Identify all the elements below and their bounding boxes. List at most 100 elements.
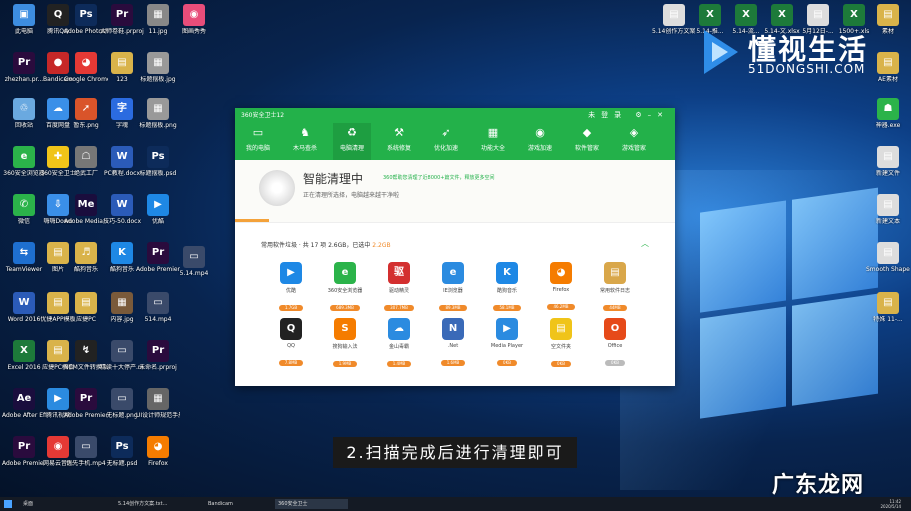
desktop-app-icon: ☖	[75, 146, 97, 168]
software-icon: ▤	[604, 262, 626, 284]
desktop-icon[interactable]: Ps 标题摆板.psd	[136, 146, 180, 177]
main-tabs: ▭ 我的电脑 ♞ 木马查杀 ♻ 电脑清理 ⚒ 系统修复 ➶ 优化加速 ▦ 功能大全 ◉ 游戏加速 ◆ 软件管家…	[235, 123, 675, 160]
size-badge[interactable]: 89.3MB	[439, 305, 467, 311]
desktop-icon[interactable]: ☗ 神器.exe	[866, 98, 910, 129]
tab-8[interactable]: ◈ 游戏管家	[615, 123, 653, 160]
desktop-icon[interactable]: ▤ Smooth Shapes...	[866, 242, 910, 273]
desktop-icon[interactable]: ▭ 5.14.mp4	[172, 246, 216, 277]
size-badge[interactable]: 307.7MB	[384, 305, 414, 311]
cleanup-item[interactable]: O Office 0KB	[593, 318, 637, 368]
section-summary[interactable]: 常用软件垃圾 · 共 17 项 2.6GB，已选中 2.2GB	[261, 240, 391, 249]
scan-title: 智能清理中	[303, 172, 364, 186]
taskbar-item[interactable]: 桌面	[20, 499, 93, 509]
desktop-icon[interactable]: ▤ 新建文本	[866, 194, 910, 225]
desktop-app-icon: Ae	[13, 388, 35, 410]
tab-label: 优化加速	[433, 145, 458, 152]
desktop-icon[interactable]: ▤ 新建文件	[866, 146, 910, 177]
cleanup-item[interactable]: K 酷狗音乐 58.1MB	[485, 262, 529, 313]
cleanup-item[interactable]: ▶ 优酷 1.7GB	[269, 262, 313, 313]
desktop-icon[interactable]: ▦ UI设计师规范手册	[136, 388, 180, 419]
desktop-app-icon: ▭	[111, 340, 133, 362]
tab-label: 电脑清理	[339, 145, 364, 152]
desktop-app-icon: Pr	[147, 242, 169, 264]
size-badge[interactable]: 1.4MB	[386, 361, 412, 367]
taskbar-item[interactable]: 360安全卫士	[275, 499, 348, 509]
software-icon: O	[604, 318, 626, 340]
user-label[interactable]: 未登录	[588, 111, 627, 119]
tab-5[interactable]: ▦ 功能大全	[474, 123, 512, 160]
desktop-icon[interactable]: ▦ 标题摆板.png	[136, 98, 180, 129]
desktop-app-icon: 字	[111, 98, 133, 120]
desktop-app-icon: ▦	[147, 4, 169, 26]
settings-icon[interactable]: ⚙	[635, 111, 647, 119]
desktop-icon[interactable]: ▤ 特殊 11-...	[866, 292, 910, 323]
taskbar-item[interactable]: Bandicam	[205, 499, 278, 509]
close-icon[interactable]: ✕	[657, 111, 669, 119]
size-badge[interactable]: 46.2MB	[547, 304, 575, 310]
software-icon: e	[442, 262, 464, 284]
app-titlebar[interactable]: 360安全卫士12 未登录 ⚙–✕	[235, 108, 675, 123]
tab-label: 木马查杀	[292, 145, 317, 152]
window-controls[interactable]: 未登录 ⚙–✕	[588, 108, 669, 123]
cleanup-item[interactable]: Q QQ 7.8MB	[269, 318, 313, 368]
desktop-icon-label: 优酷	[151, 218, 164, 225]
tab-3[interactable]: ⚒ 系统修复	[380, 123, 418, 160]
software-label: 360安全浏览器	[327, 288, 363, 294]
tab-0[interactable]: ▭ 我的电脑	[239, 123, 277, 160]
start-button[interactable]	[4, 500, 12, 508]
software-label: 酷狗音乐	[496, 288, 517, 294]
desktop-icon-label: Firefox	[148, 460, 168, 467]
size-badge[interactable]: 0KB	[605, 360, 625, 366]
size-badge[interactable]: 689.3MB	[330, 305, 360, 311]
desktop-icon[interactable]: ◕ Firefox	[136, 436, 180, 467]
cleanup-item[interactable]: ◕ Firefox 46.2MB	[539, 262, 583, 312]
cleanup-item[interactable]: ▶ Media Player 0KB	[485, 318, 529, 368]
brand-logo-icon	[704, 30, 738, 74]
size-badge[interactable]: 58.1MB	[493, 305, 521, 311]
desktop-app-icon: Pr	[13, 436, 35, 458]
size-badge[interactable]: 0KB	[551, 361, 571, 367]
software-label: .Net	[447, 343, 459, 349]
desktop-icon[interactable]: ▭ 514.mp4	[136, 292, 180, 323]
software-label: Firefox	[552, 287, 570, 293]
desktop-icon[interactable]: ▶ 优酷	[136, 194, 180, 225]
size-badge[interactable]: 1.6MB	[440, 360, 466, 366]
software-icon: N	[442, 318, 464, 340]
tab-7[interactable]: ◆ 软件管家	[568, 123, 606, 160]
desktop-icon[interactable]: ▦ 标题摆板.jpg	[136, 52, 180, 83]
desktop-app-icon: ▦	[147, 52, 169, 74]
size-badge[interactable]: 1.9MB	[332, 361, 358, 367]
desktop-app-icon: Pr	[147, 340, 169, 362]
tab-icon: ◈	[629, 126, 639, 139]
desktop-icon[interactable]: ◉ 图画秀秀	[172, 4, 216, 35]
tab-6[interactable]: ◉ 游戏加速	[521, 123, 559, 160]
tab-2[interactable]: ♻ 电脑清理	[333, 123, 371, 160]
scan-subtitle: 正在清理所选择，电脑越来越干净啦	[303, 192, 400, 199]
cleanup-item[interactable]: ▤ 常用软件日志 44MB	[593, 262, 637, 313]
tab-4[interactable]: ➶ 优化加速	[427, 123, 465, 160]
cleanup-item[interactable]: N .Net 1.6MB	[431, 318, 475, 368]
size-badge[interactable]: 7.8MB	[278, 360, 304, 366]
collapse-chevron-icon[interactable]: ︿	[641, 238, 649, 249]
minimize-icon[interactable]: –	[648, 111, 658, 119]
desktop-app-icon: ▤	[663, 4, 685, 26]
cleanup-item[interactable]: ☁ 金山毒霸 1.4MB	[377, 318, 421, 369]
desktop-app-icon: Pr	[75, 388, 97, 410]
app-window-360[interactable]: 360安全卫士12 未登录 ⚙–✕ ▭ 我的电脑 ♞ 木马查杀 ♻ 电脑清理 ⚒ 系统修复 ➶ 优…	[235, 108, 675, 386]
cleanup-item[interactable]: e IE浏览器 89.3MB	[431, 262, 475, 313]
system-tray[interactable]: 11:42 2020/5/14	[880, 499, 901, 509]
cleanup-item[interactable]: 驱驱动精灵 307.7MB	[377, 262, 421, 313]
software-label: 搜狗输入法	[332, 344, 358, 350]
cleanup-item[interactable]: ▤ 空文件夹 0KB	[539, 318, 583, 369]
size-badge[interactable]: 44MB	[603, 305, 627, 311]
desktop-icon[interactable]: Pr 未命名.prproj	[136, 340, 180, 371]
desktop-app-icon: ▭	[147, 292, 169, 314]
taskbar-item[interactable]: 5.14创作方文案.txt...	[115, 499, 188, 509]
cleanup-item[interactable]: e 360安全浏览器 689.3MB	[323, 262, 367, 313]
software-icon: e	[334, 262, 356, 284]
size-badge[interactable]: 1.7GB	[278, 305, 304, 311]
size-badge[interactable]: 0KB	[497, 360, 517, 366]
cleanup-item[interactable]: S 搜狗输入法 1.9MB	[323, 318, 367, 369]
desktop-app-icon: ▤	[877, 52, 899, 74]
tab-1[interactable]: ♞ 木马查杀	[286, 123, 324, 160]
